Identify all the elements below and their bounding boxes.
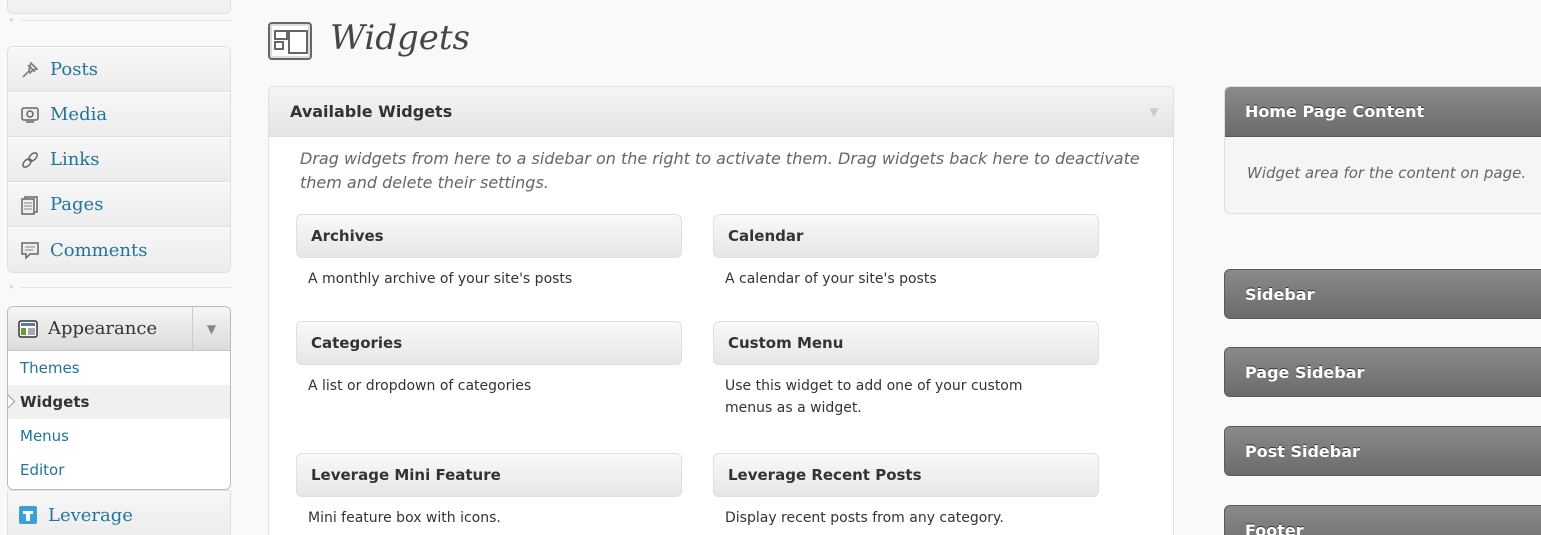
- widgets-page-icon: [268, 22, 312, 60]
- links-icon: [20, 150, 40, 170]
- menu-item-label: Appearance: [48, 318, 158, 339]
- sidebar-sidebar: Sidebar: [1224, 269, 1541, 319]
- sidebar-header[interactable]: Home Page Content: [1225, 87, 1541, 137]
- menu-item-label: Media: [50, 104, 108, 125]
- comments-icon: [20, 240, 40, 260]
- menu-item-comments[interactable]: Comments: [8, 227, 230, 272]
- widget-custom-menu[interactable]: Custom Menu: [713, 321, 1099, 365]
- sidebar-header[interactable]: Footer: [1224, 505, 1541, 535]
- widget-description: Display recent posts from any category.: [725, 510, 1004, 526]
- menu-item-label: Leverage: [48, 504, 133, 526]
- widget-archives[interactable]: Archives: [296, 214, 682, 258]
- widget-categories[interactable]: Categories: [296, 321, 682, 365]
- sidebar-header[interactable]: Sidebar: [1224, 269, 1541, 319]
- menu-separator[interactable]: «: [7, 282, 231, 292]
- appearance-icon: [18, 319, 38, 339]
- menu-item-posts[interactable]: Posts: [8, 47, 230, 92]
- sidebar-header[interactable]: Page Sidebar: [1224, 347, 1541, 397]
- menu-item-appearance[interactable]: Appearance ▼: [8, 307, 230, 351]
- available-widgets-title: Available Widgets: [290, 102, 453, 121]
- chevron-down-icon[interactable]: ▼: [1135, 87, 1173, 136]
- widget-calendar[interactable]: Calendar: [713, 214, 1099, 258]
- menu-top-stub: [7, 0, 231, 14]
- page-title: Widgets: [330, 18, 470, 58]
- sidebar-home-page-content: Home Page Content Widget area for the co…: [1224, 86, 1541, 214]
- widget-description: A list or dropdown of categories: [308, 378, 532, 394]
- submenu-item-menus[interactable]: Menus: [8, 419, 230, 453]
- widget-description: A monthly archive of your site's posts: [308, 271, 573, 287]
- leverage-icon: [18, 505, 38, 525]
- pushpin-icon: [20, 60, 40, 80]
- appearance-menu: Appearance ▼ Themes Widgets Menus Editor: [7, 306, 231, 490]
- submenu-item-themes[interactable]: Themes: [8, 351, 230, 385]
- collapse-arrow-icon[interactable]: «: [9, 15, 14, 24]
- sidebar-header[interactable]: Post Sidebar: [1224, 426, 1541, 476]
- content-menu-group: Posts Media Links Pages Comments: [7, 46, 231, 273]
- media-icon: [20, 105, 40, 125]
- widget-description: A calendar of your site's posts: [725, 271, 937, 287]
- submenu-item-widgets[interactable]: Widgets: [8, 385, 230, 419]
- menu-separator[interactable]: «: [7, 15, 231, 25]
- sidebar-footer: Footer: [1224, 505, 1541, 535]
- available-widgets-header[interactable]: Available Widgets ▼: [269, 87, 1173, 137]
- menu-item-pages[interactable]: Pages: [8, 182, 230, 227]
- sidebar-page-sidebar: Page Sidebar: [1224, 347, 1541, 397]
- available-widgets-description: Drag widgets from here to a sidebar on t…: [300, 149, 1140, 192]
- menu-item-leverage[interactable]: Leverage: [7, 490, 231, 535]
- pages-icon: [20, 195, 40, 215]
- menu-item-label: Links: [50, 149, 100, 170]
- widget-leverage-mini-feature[interactable]: Leverage Mini Feature: [296, 453, 682, 497]
- sidebar-description: Widget area for the content on page.: [1247, 164, 1527, 182]
- menu-item-label: Comments: [50, 239, 148, 261]
- menu-item-label: Pages: [50, 194, 104, 215]
- widget-description: Use this widget to add one of your custo…: [725, 378, 1023, 416]
- admin-menu: « Posts Media Links Pages Comments « App…: [0, 0, 240, 535]
- menu-item-label: Posts: [50, 59, 98, 80]
- available-widgets-panel: Available Widgets ▼ Drag widgets from he…: [268, 86, 1174, 535]
- chevron-down-icon[interactable]: ▼: [192, 307, 230, 350]
- menu-item-media[interactable]: Media: [8, 92, 230, 137]
- submenu-item-editor[interactable]: Editor: [8, 453, 230, 487]
- widget-description: Mini feature box with icons.: [308, 510, 501, 526]
- sidebar-post-sidebar: Post Sidebar: [1224, 426, 1541, 476]
- collapse-arrow-icon[interactable]: «: [9, 282, 14, 291]
- widget-leverage-recent-posts[interactable]: Leverage Recent Posts: [713, 453, 1099, 497]
- menu-item-links[interactable]: Links: [8, 137, 230, 182]
